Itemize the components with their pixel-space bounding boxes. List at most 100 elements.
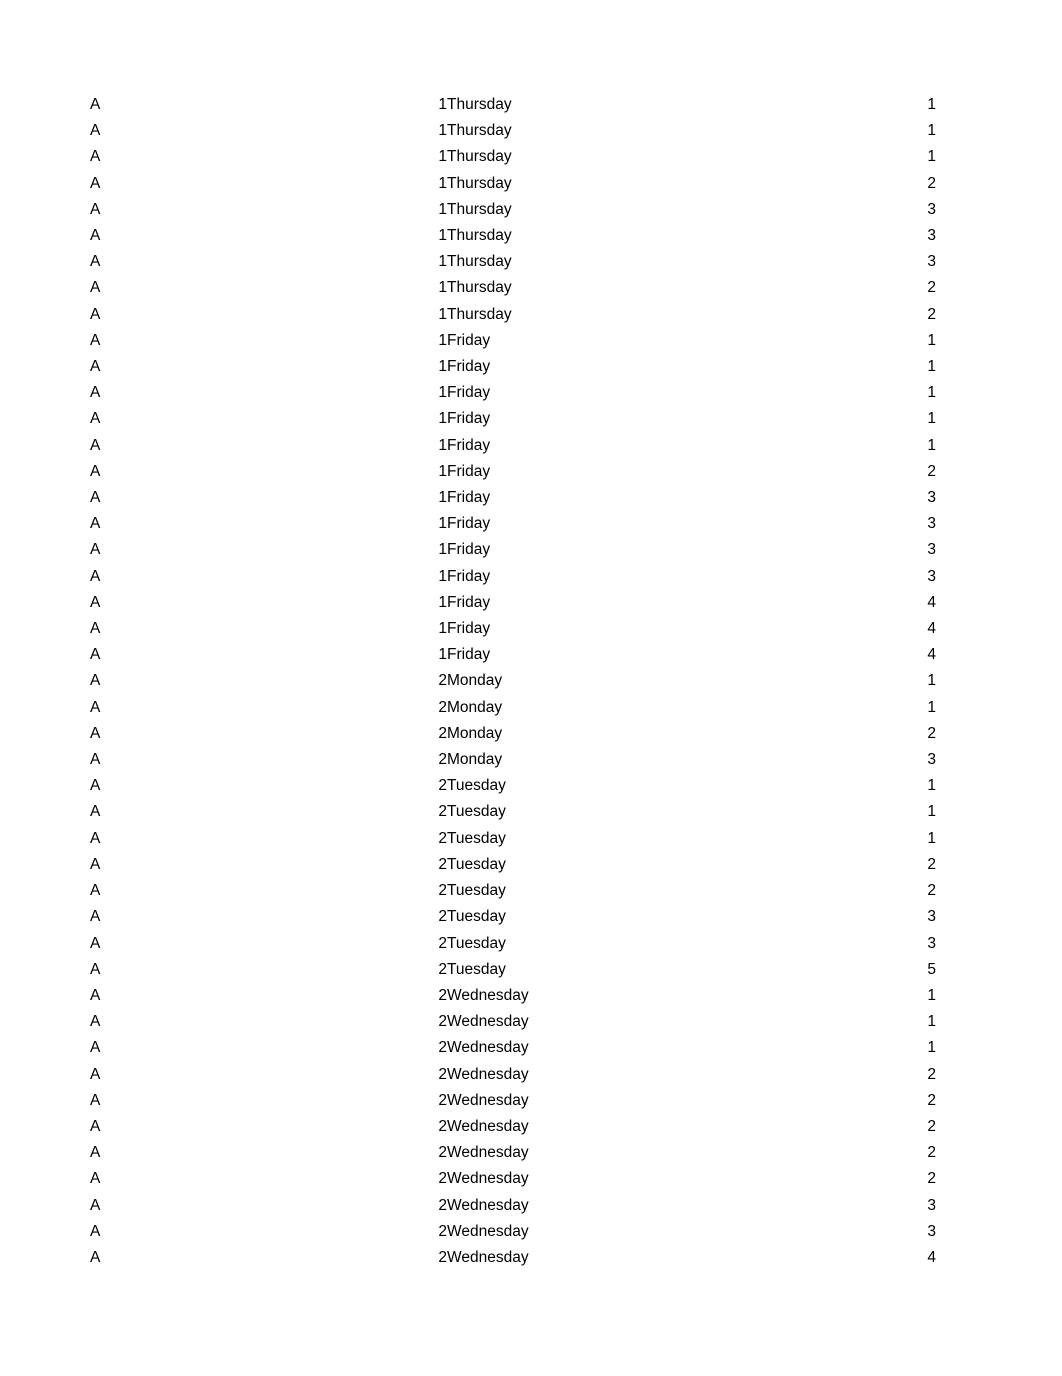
cell-group: A <box>90 253 101 271</box>
cell-week: 1 <box>438 515 447 533</box>
cell-value: 2 <box>927 279 936 297</box>
cell-day: Friday <box>447 462 491 480</box>
cell-week: 1 <box>438 436 447 454</box>
table-row: A 1 Friday 1 <box>90 354 936 380</box>
cell-value: 1 <box>927 829 936 847</box>
cell-day: Friday <box>447 593 491 611</box>
cell-group: A <box>90 567 101 585</box>
cell-value: 2 <box>927 462 936 480</box>
cell-week: 2 <box>438 1117 447 1135</box>
table-row: A 1 Thursday 3 <box>90 197 936 223</box>
cell-week: 1 <box>438 620 447 638</box>
cell-week: 1 <box>438 148 447 166</box>
cell-group: A <box>90 724 101 742</box>
cell-value: 2 <box>927 174 936 192</box>
table-row: A 1 Friday 3 <box>90 564 936 590</box>
cell-value: 3 <box>927 541 936 559</box>
cell-day: Friday <box>447 331 491 349</box>
table-row: A 2 Tuesday 3 <box>90 931 936 957</box>
table-row: A 1 Thursday 2 <box>90 171 936 197</box>
cell-group: A <box>90 1170 101 1188</box>
cell-week: 2 <box>438 1013 447 1031</box>
table-row: A 1 Friday 1 <box>90 433 936 459</box>
cell-day: Wednesday <box>447 1196 529 1214</box>
cell-value: 1 <box>927 410 936 428</box>
cell-group: A <box>90 1039 101 1057</box>
cell-value: 1 <box>927 384 936 402</box>
cell-day: Tuesday <box>447 908 506 926</box>
table-row: A 1 Thursday 1 <box>90 118 936 144</box>
cell-day: Tuesday <box>447 777 506 795</box>
cell-value: 2 <box>927 305 936 323</box>
table-row: A 1 Thursday 2 <box>90 302 936 328</box>
cell-value: 4 <box>927 620 936 638</box>
cell-day: Tuesday <box>447 882 506 900</box>
cell-value: 3 <box>927 567 936 585</box>
cell-week: 2 <box>438 751 447 769</box>
cell-value: 3 <box>927 908 936 926</box>
cell-day: Thursday <box>447 148 512 166</box>
cell-week: 1 <box>438 384 447 402</box>
table-row: A 2 Wednesday 2 <box>90 1140 936 1166</box>
cell-week: 2 <box>438 908 447 926</box>
cell-value: 2 <box>927 882 936 900</box>
table-row: A 2 Tuesday 3 <box>90 904 936 930</box>
cell-group: A <box>90 1091 101 1109</box>
cell-group: A <box>90 803 101 821</box>
cell-group: A <box>90 960 101 978</box>
cell-value: 4 <box>927 593 936 611</box>
cell-group: A <box>90 646 101 664</box>
cell-week: 2 <box>438 1248 447 1266</box>
cell-group: A <box>90 855 101 873</box>
cell-week: 1 <box>438 305 447 323</box>
cell-group: A <box>90 331 101 349</box>
cell-day: Wednesday <box>447 1117 529 1135</box>
cell-group: A <box>90 358 101 376</box>
cell-value: 3 <box>927 751 936 769</box>
cell-week: 2 <box>438 1222 447 1240</box>
document-page: A 1 Thursday 1 A 1 Thursday 1 A 1 Thursday 1 A 1 Thurs… <box>0 0 1062 1376</box>
cell-week: 2 <box>438 1065 447 1083</box>
table-row: A 1 Thursday 3 <box>90 249 936 275</box>
table-row: A 1 Friday 1 <box>90 380 936 406</box>
cell-week: 1 <box>438 593 447 611</box>
cell-week: 1 <box>438 96 447 113</box>
table-row: A 2 Tuesday 1 <box>90 799 936 825</box>
cell-group: A <box>90 672 101 690</box>
cell-week: 1 <box>438 331 447 349</box>
cell-week: 1 <box>438 462 447 480</box>
cell-week: 2 <box>438 777 447 795</box>
cell-week: 2 <box>438 934 447 952</box>
cell-day: Friday <box>447 384 491 402</box>
cell-group: A <box>90 829 101 847</box>
table-row: A 1 Thursday 1 <box>90 92 936 118</box>
cell-value: 1 <box>927 148 936 166</box>
cell-value: 3 <box>927 253 936 271</box>
cell-group: A <box>90 384 101 402</box>
cell-value: 3 <box>927 1196 936 1214</box>
cell-day: Wednesday <box>447 1248 529 1266</box>
cell-value: 1 <box>927 672 936 690</box>
table-row: A 2 Wednesday 3 <box>90 1219 936 1245</box>
cell-day: Thursday <box>447 174 512 192</box>
cell-day: Thursday <box>447 200 512 218</box>
cell-week: 2 <box>438 1039 447 1057</box>
cell-day: Thursday <box>447 227 512 245</box>
cell-group: A <box>90 1222 101 1240</box>
cell-day: Tuesday <box>447 934 506 952</box>
table-row: A 1 Friday 4 <box>90 616 936 642</box>
cell-value: 1 <box>927 1013 936 1031</box>
table-row: A 2 Monday 2 <box>90 721 936 747</box>
table-row: A 2 Wednesday 1 <box>90 1035 936 1061</box>
cell-group: A <box>90 200 101 218</box>
cell-week: 1 <box>438 541 447 559</box>
cell-group: A <box>90 489 101 507</box>
cell-group: A <box>90 620 101 638</box>
cell-week: 1 <box>438 567 447 585</box>
table-row: A 1 Thursday 1 <box>90 144 936 170</box>
table-row: A 2 Tuesday 1 <box>90 773 936 799</box>
cell-group: A <box>90 908 101 926</box>
cell-day: Friday <box>447 567 491 585</box>
cell-day: Friday <box>447 436 491 454</box>
cell-day: Friday <box>447 541 491 559</box>
